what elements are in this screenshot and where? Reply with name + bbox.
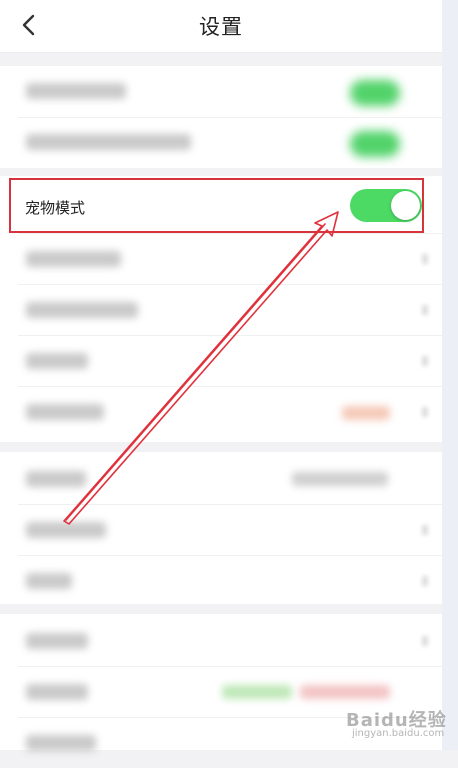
settings-row-blurred[interactable] — [0, 66, 442, 116]
settings-row-blurred[interactable] — [0, 117, 442, 167]
pet-mode-label: 宠物模式 — [25, 199, 86, 217]
settings-row-blurred[interactable] — [0, 234, 442, 284]
watermark-site: jingyan.baidu.com — [352, 728, 445, 739]
settings-row-blurred[interactable] — [0, 556, 442, 606]
toggle-knob — [391, 191, 420, 220]
watermark: Baidu经验 jingyan.baidu.com — [338, 704, 448, 744]
right-edge-strip — [442, 0, 458, 750]
settings-row-blurred[interactable] — [0, 285, 442, 335]
page-title: 设置 — [199, 15, 243, 39]
settings-section-1 — [0, 66, 442, 168]
settings-section-3 — [0, 452, 442, 604]
pet-mode-toggle[interactable] — [350, 189, 422, 222]
pet-mode-row[interactable]: 宠物模式 — [9, 178, 424, 233]
settings-row-blurred[interactable] — [0, 505, 442, 555]
settings-row-blurred[interactable] — [0, 616, 442, 666]
top-nav-bar: 设置 — [0, 0, 442, 53]
settings-row-blurred[interactable] — [0, 387, 442, 437]
settings-row-blurred[interactable] — [0, 454, 442, 504]
settings-row-blurred[interactable] — [0, 336, 442, 386]
